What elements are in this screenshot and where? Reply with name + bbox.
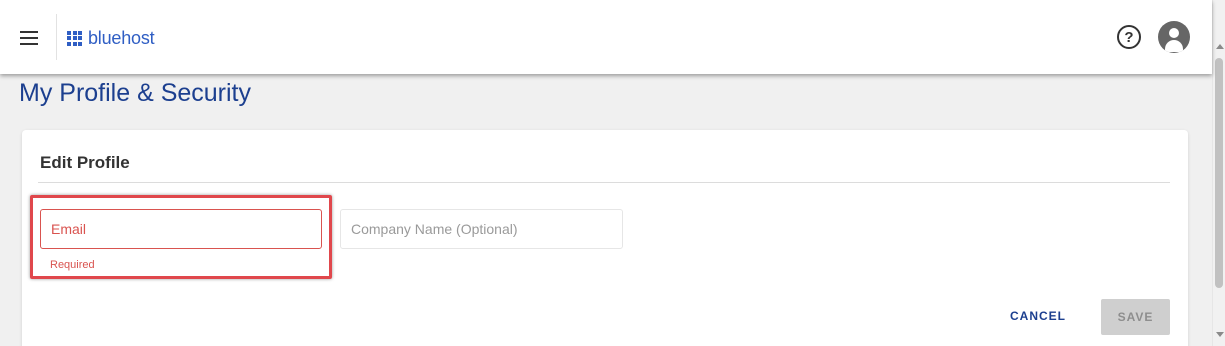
avatar-head	[1169, 28, 1179, 38]
scroll-down-arrow-icon[interactable]	[1216, 332, 1224, 337]
card-title: Edit Profile	[40, 153, 130, 172]
header-divider	[56, 14, 57, 60]
avatar-body	[1165, 40, 1183, 52]
save-button[interactable]: SAVE	[1101, 299, 1170, 335]
grid-logo-icon	[67, 30, 82, 46]
logo-text: bluehost	[88, 27, 155, 48]
menu-line	[20, 31, 38, 33]
cancel-button[interactable]: CANCEL	[1000, 302, 1076, 330]
card-divider	[38, 182, 1170, 183]
edit-profile-card: Edit Profile Required CANCEL SAVE	[22, 130, 1188, 346]
menu-line	[20, 43, 38, 45]
page-scrollbar[interactable]	[1212, 0, 1225, 346]
account-avatar-icon[interactable]	[1158, 21, 1190, 53]
bluehost-logo[interactable]: bluehost	[67, 27, 155, 49]
top-navigation-bar: bluehost ?	[0, 0, 1212, 74]
menu-line	[20, 37, 38, 39]
hamburger-menu-icon[interactable]	[14, 23, 44, 53]
page-title: My Profile & Security	[19, 79, 252, 107]
scroll-thumb[interactable]	[1215, 58, 1223, 288]
company-name-field[interactable]	[340, 209, 623, 249]
scroll-up-arrow-icon[interactable]	[1216, 44, 1224, 49]
email-field[interactable]	[40, 209, 322, 249]
help-circle-icon[interactable]: ?	[1117, 25, 1141, 49]
email-error-message: Required	[50, 259, 95, 271]
